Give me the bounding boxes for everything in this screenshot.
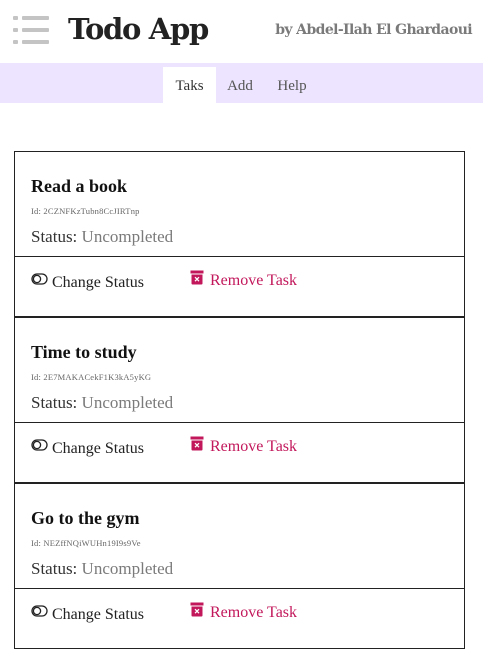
task-id-label: Id:	[31, 372, 42, 382]
task-status-label: Status:	[31, 227, 78, 246]
remove-task-label: Remove Task	[210, 604, 298, 621]
task-card-body: Read a book Id: 2CZNFKzTubn8CcJIRTnp Sta…	[15, 152, 464, 256]
author-byline: by Abdel-Ilah El Ghardaoui	[275, 22, 472, 38]
trash-icon	[190, 436, 204, 451]
task-status-value: Uncompleted	[81, 393, 174, 412]
trash-icon	[190, 602, 204, 617]
task-id: Id: 2E7MAKACekF1K3kA5yKG	[31, 372, 151, 382]
task-id-value: NEZffNQiWUHn19I9s9Ve	[43, 538, 141, 548]
task-card: Read a book Id: 2CZNFKzTubn8CcJIRTnp Sta…	[14, 151, 465, 317]
task-status: Status: Uncompleted	[31, 559, 173, 579]
task-card-body: Go to the gym Id: NEZffNQiWUHn19I9s9Ve S…	[15, 484, 464, 588]
toggle-off-icon	[31, 273, 48, 285]
task-id: Id: 2CZNFKzTubn8CcJIRTnp	[31, 206, 140, 216]
remove-task-label: Remove Task	[210, 272, 298, 289]
task-id-value: 2CZNFKzTubn8CcJIRTnp	[43, 206, 140, 216]
trash-icon	[190, 270, 204, 285]
task-card-body: Time to study Id: 2E7MAKACekF1K3kA5yKG S…	[15, 318, 464, 422]
task-id-label: Id:	[31, 538, 42, 548]
change-status-label: Change Status	[52, 606, 144, 623]
task-title: Read a book	[31, 176, 128, 196]
task-status-value: Uncompleted	[81, 559, 174, 578]
tab-help[interactable]: Help	[268, 67, 316, 103]
task-card-actions: Change Status Remove Task	[15, 588, 464, 648]
task-card: Go to the gym Id: NEZffNQiWUHn19I9s9Ve S…	[14, 483, 465, 649]
tab-bar: Taks Add Help	[0, 63, 483, 103]
task-status-label: Status:	[31, 393, 78, 412]
task-status: Status: Uncompleted	[31, 393, 173, 413]
change-status-label: Change Status	[52, 274, 144, 291]
task-title: Time to study	[31, 342, 137, 362]
toggle-off-icon	[31, 605, 48, 617]
tab-add[interactable]: Add	[219, 67, 261, 103]
task-id-label: Id:	[31, 206, 42, 216]
toggle-off-icon	[31, 439, 48, 451]
hamburger-menu-icon[interactable]	[13, 15, 49, 45]
change-status-label: Change Status	[52, 440, 144, 457]
task-card-actions: Change Status Remove Task	[15, 256, 464, 316]
task-status: Status: Uncompleted	[31, 227, 173, 247]
task-status-label: Status:	[31, 559, 78, 578]
task-card: Time to study Id: 2E7MAKACekF1K3kA5yKG S…	[14, 317, 465, 483]
task-id-value: 2E7MAKACekF1K3kA5yKG	[43, 372, 152, 382]
app-header: Todo App by Abdel-Ilah El Ghardaoui	[0, 0, 483, 63]
remove-task-label: Remove Task	[210, 438, 298, 455]
tab-tasks[interactable]: Taks	[163, 67, 216, 103]
task-card-actions: Change Status Remove Task	[15, 422, 464, 482]
task-status-value: Uncompleted	[81, 227, 174, 246]
app-title: Todo App	[68, 12, 209, 46]
task-id: Id: NEZffNQiWUHn19I9s9Ve	[31, 538, 141, 548]
task-title: Go to the gym	[31, 508, 140, 528]
